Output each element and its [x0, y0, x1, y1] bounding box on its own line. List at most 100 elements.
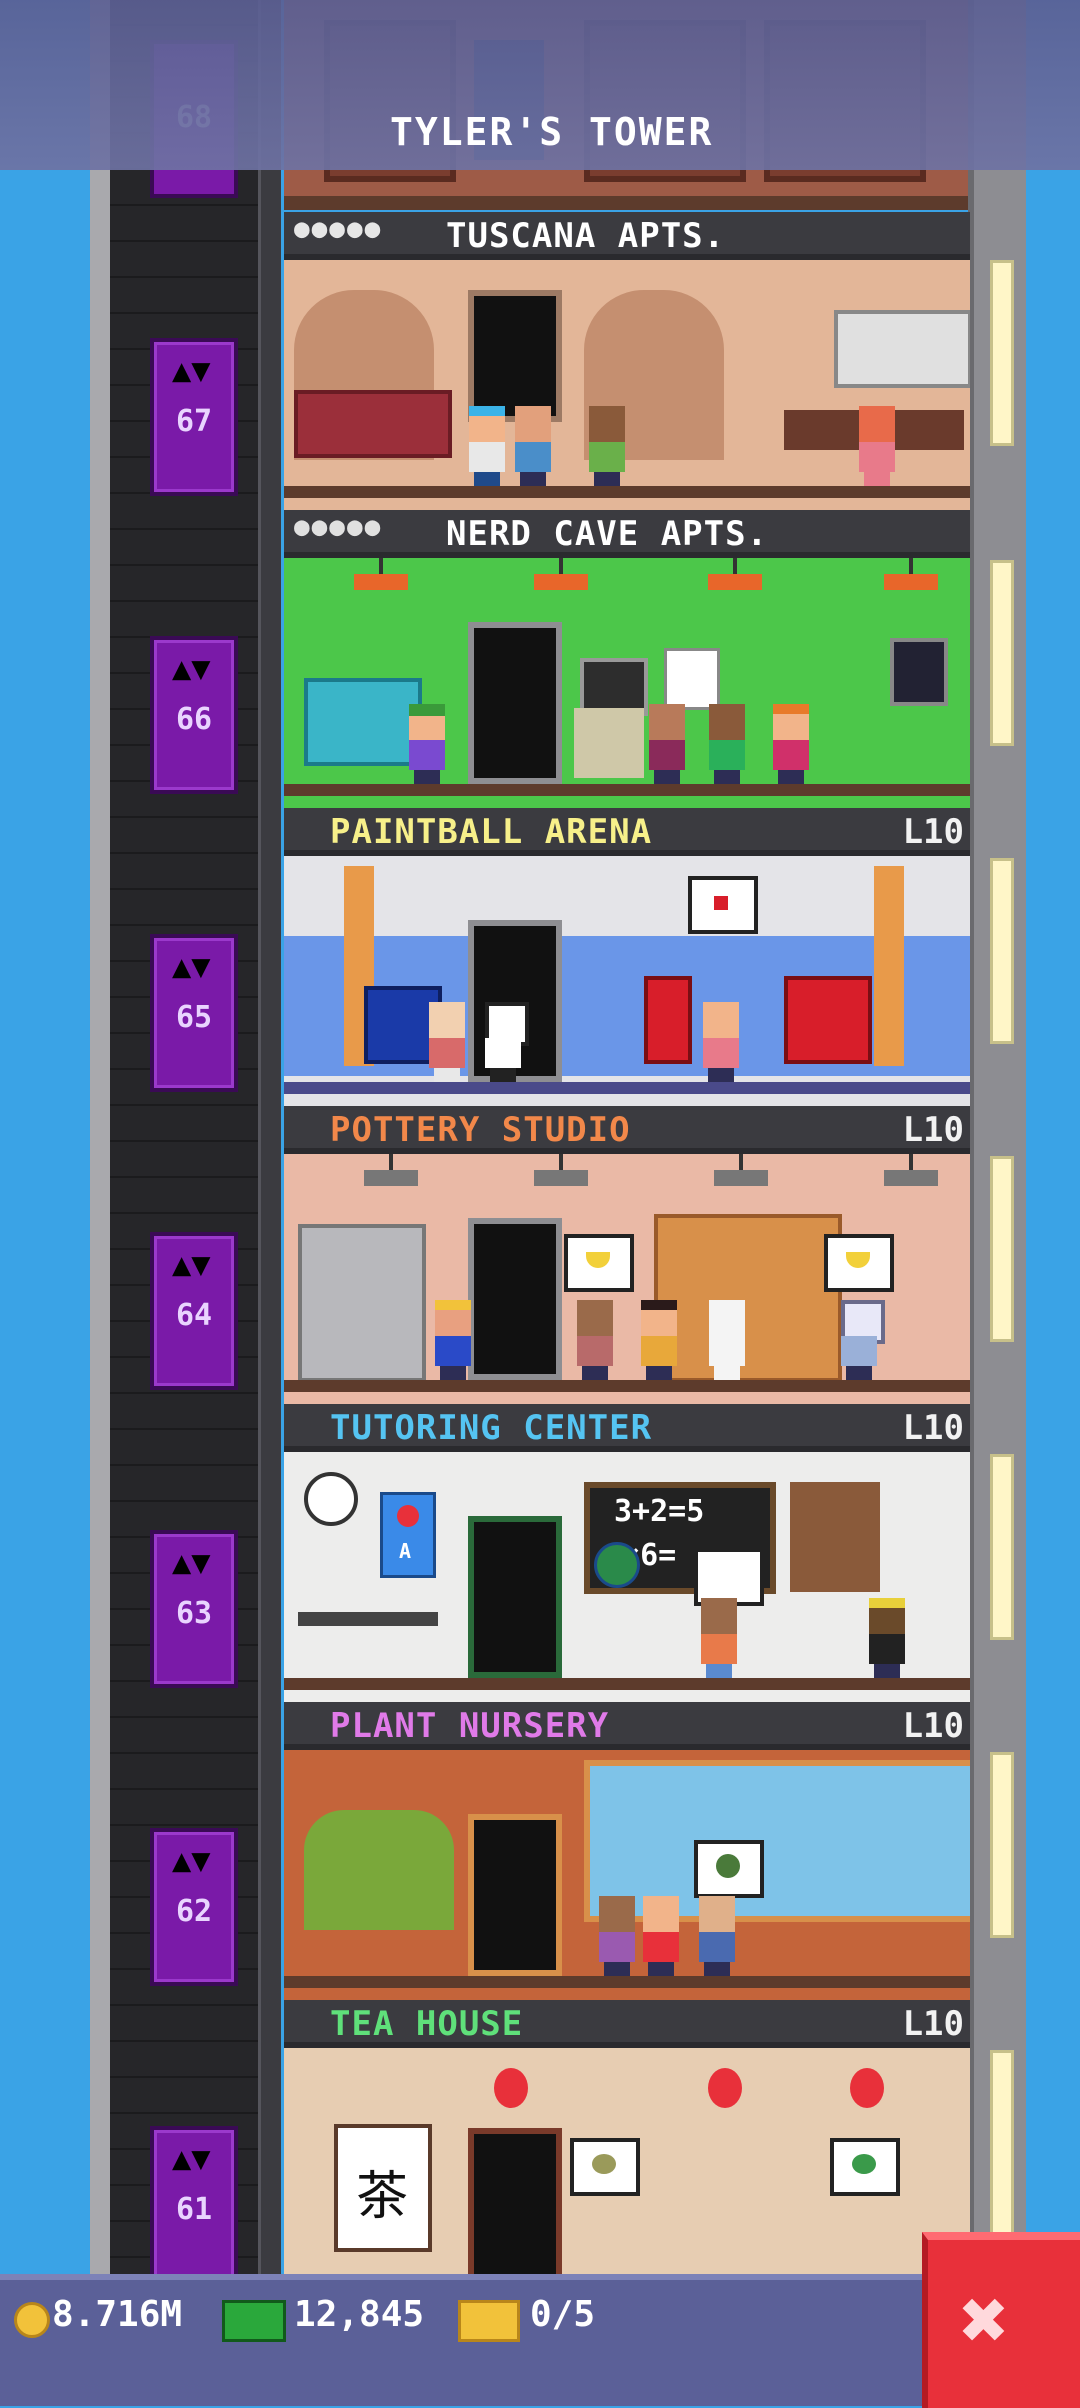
floor-name: NERD CAVE APTS.: [446, 514, 769, 554]
elevator-floor-number: 63: [175, 1596, 213, 1631]
resident[interactable]: [404, 704, 450, 784]
customer[interactable]: [480, 1002, 529, 1082]
thought-bubble[interactable]: [564, 1234, 634, 1292]
floor-boards: [284, 784, 970, 796]
lantern: [494, 2068, 528, 2108]
customer[interactable]: [694, 1896, 740, 1976]
customer[interactable]: [864, 1598, 910, 1678]
room-interior: [284, 1154, 970, 1392]
elevator-car-62[interactable]: ▲▼ 62: [150, 1828, 238, 1986]
coins-count[interactable]: 8.716M: [52, 2294, 182, 2335]
floor-name: TUSCANA APTS.: [446, 216, 726, 256]
floor-boards: [284, 1082, 970, 1094]
elevator-floor-number: 61: [175, 2192, 213, 2227]
customer[interactable]: [698, 1002, 744, 1082]
room-interior: [284, 1750, 970, 1988]
elevator-car-65[interactable]: ▲▼ 65: [150, 934, 238, 1092]
customer[interactable]: [704, 1300, 750, 1380]
ceiling-lamp: [884, 558, 938, 590]
floor-plant-nursery[interactable]: PLANT NURSERY L10: [284, 1702, 970, 2000]
customer[interactable]: [638, 1896, 684, 1976]
business-door[interactable]: [468, 2128, 562, 2290]
resident[interactable]: [704, 704, 750, 784]
floor-tutoring-center[interactable]: TUTORING CENTER L10 A 3+2=5 6×6=: [284, 1404, 970, 1702]
elevator-floor-number: 65: [175, 1000, 213, 1035]
floor-sign: PAINTBALL ARENA L10: [284, 808, 970, 856]
floor-name: TEA HOUSE: [330, 2004, 524, 2044]
bux-count[interactable]: 12,845: [294, 2294, 424, 2335]
floor-tea-house[interactable]: TEA HOUSE L10 茶: [284, 2000, 970, 2298]
business-door[interactable]: [468, 1814, 562, 1976]
tower-window: [990, 1156, 1014, 1342]
business-door[interactable]: [468, 1218, 562, 1380]
customer[interactable]: [696, 1598, 742, 1678]
resident[interactable]: [510, 406, 556, 486]
tickets-count[interactable]: 0/5: [530, 2294, 595, 2335]
elevator-car-64[interactable]: ▲▼ 64: [150, 1232, 238, 1390]
floor-nerd-cave-apts[interactable]: ●●●●● NERD CAVE APTS.: [284, 510, 970, 808]
customer[interactable]: [430, 1300, 476, 1380]
customer[interactable]: [572, 1300, 618, 1380]
resident[interactable]: [464, 406, 510, 486]
thought-bubble[interactable]: [830, 2138, 900, 2196]
customer[interactable]: [424, 1002, 470, 1082]
thought-bubble[interactable]: [688, 876, 758, 934]
thought-bubble[interactable]: [570, 2138, 640, 2196]
bat-icon: ▲▼: [172, 1245, 211, 1283]
poster-letter: A: [399, 1539, 412, 1563]
floor-level: L10: [902, 812, 964, 852]
floor-level: L10: [902, 1706, 964, 1746]
room-interior: A 3+2=5 6×6=: [284, 1452, 970, 1690]
bat-icon: ▲▼: [172, 2139, 211, 2177]
resident[interactable]: [584, 406, 630, 486]
elevator-car-63[interactable]: ▲▼ 63: [150, 1530, 238, 1688]
paintball-barrier: [644, 976, 692, 1064]
customer[interactable]: [836, 1300, 885, 1380]
floor-tuscana-apts[interactable]: ●●●●● TUSCANA APTS.: [284, 212, 970, 510]
globe-icon: [594, 1542, 640, 1588]
tower-window: [990, 1752, 1014, 1938]
lantern: [708, 2068, 742, 2108]
pillar: [874, 866, 904, 1066]
elevator-car-66[interactable]: ▲▼ 66: [150, 636, 238, 794]
business-door[interactable]: [468, 1516, 562, 1678]
room-interior: [284, 260, 970, 498]
ceiling-lamp: [364, 1154, 418, 1186]
tower-window: [990, 2050, 1014, 2236]
floor-boards: [284, 1976, 970, 1988]
thought-bubble[interactable]: [694, 1840, 764, 1898]
tower-window: [990, 560, 1014, 746]
floor-name: POTTERY STUDIO: [330, 1110, 631, 1150]
floor-sign: TEA HOUSE L10: [284, 2000, 970, 2048]
bat-icon: ▲▼: [172, 947, 211, 985]
floor-paintball-arena[interactable]: PAINTBALL ARENA L10: [284, 808, 970, 1106]
resident[interactable]: [768, 704, 814, 784]
poster: [664, 648, 720, 710]
floor-level: L10: [902, 1110, 964, 1150]
coin-icon: [14, 2302, 50, 2338]
elevator-car-67[interactable]: ▲▼ 67: [150, 338, 238, 496]
ceiling-lamp: [534, 1154, 588, 1186]
apartment-door[interactable]: [468, 290, 562, 422]
bat-icon: ▲▼: [172, 1841, 211, 1879]
close-button[interactable]: ✖: [922, 2232, 1080, 2408]
thought-bubble[interactable]: [824, 1234, 894, 1292]
resident[interactable]: [644, 704, 690, 784]
customer[interactable]: [594, 1896, 640, 1976]
framed-picture: [890, 638, 948, 706]
apple-poster: A: [380, 1492, 436, 1578]
room-interior: [284, 558, 970, 796]
desk: [298, 1612, 438, 1626]
resident-icons: ●●●●●: [294, 512, 383, 542]
floor-name: PAINTBALL ARENA: [330, 812, 653, 852]
elevator-floor-number: 66: [175, 702, 213, 737]
resident[interactable]: [854, 406, 900, 486]
bat-icon: ▲▼: [172, 649, 211, 687]
floor-pottery-studio[interactable]: POTTERY STUDIO L10: [284, 1106, 970, 1404]
tower-title[interactable]: TYLER'S TOWER: [390, 110, 713, 154]
elevator-car-61[interactable]: ▲▼ 61: [150, 2126, 238, 2284]
apartment-door[interactable]: [468, 622, 562, 784]
customer[interactable]: [636, 1300, 682, 1380]
floor-sign: POTTERY STUDIO L10: [284, 1106, 970, 1154]
floor-sign: ●●●●● TUSCANA APTS.: [284, 212, 970, 260]
